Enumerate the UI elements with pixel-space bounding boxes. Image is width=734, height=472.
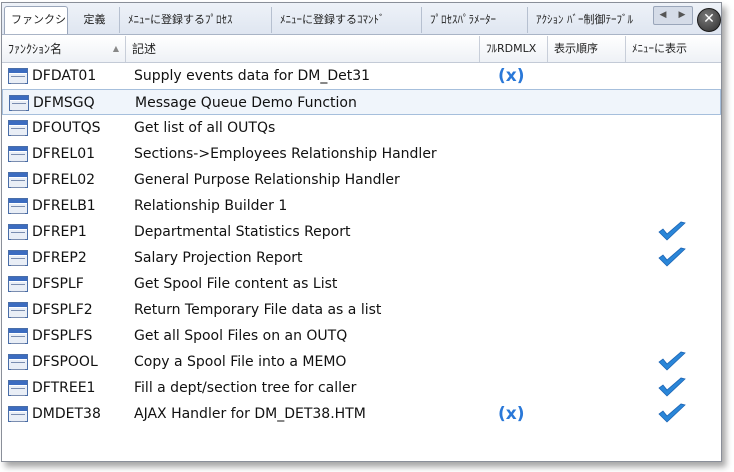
tab-bar: ファンクション 定義 ﾒﾆｭｰに登録するﾌﾟﾛｾｽ ﾒﾆｭｰに登録するｺﾏﾝﾄﾞ…	[2, 3, 721, 35]
function-name: DFREL02	[32, 172, 96, 188]
function-icon	[8, 146, 28, 162]
function-description: Departmental Statistics Report	[134, 224, 351, 240]
function-icon	[8, 68, 28, 84]
function-name: DFREP1	[32, 224, 87, 240]
close-icon[interactable]: ✕	[697, 8, 721, 32]
function-name: DFOUTQS	[32, 120, 101, 136]
table-row[interactable]: DFOUTQS Get list of all OUTQs	[2, 115, 721, 141]
function-icon	[8, 328, 28, 344]
column-header-description[interactable]: 記述	[126, 36, 480, 62]
function-name: DFRELB1	[32, 198, 96, 214]
function-panel: ファンクション 定義 ﾒﾆｭｰに登録するﾌﾟﾛｾｽ ﾒﾆｭｰに登録するｺﾏﾝﾄﾞ…	[1, 2, 722, 462]
table-row[interactable]: DFSPLF2 Return Temporary File data as a l…	[2, 297, 721, 323]
tab-process-parameters[interactable]: ﾌﾟﾛｾｽﾊﾟﾗﾒｰﾀｰ	[424, 7, 528, 33]
function-description: Get all Spool Files on an OUTQ	[134, 328, 348, 344]
tab-action-bar-control[interactable]: ｱｸｼｮﾝ ﾊﾞｰ制御ﾃｰﾌﾞﾙ	[530, 7, 653, 33]
grid-header: ﾌｧﾝｸｼｮﾝ名 ▲ 記述 ﾌﾙRDMLX 表示順序 ﾒﾆｭｰに表示	[2, 36, 721, 63]
checkmark-icon	[658, 247, 686, 267]
table-row[interactable]: DFRELB1 Relationship Builder 1	[2, 193, 721, 219]
function-icon	[9, 95, 29, 111]
function-name: DFDAT01	[32, 68, 97, 84]
function-icon	[8, 380, 28, 396]
function-icon	[8, 172, 28, 188]
table-row[interactable]: DFREP2 Salary Projection Report	[2, 245, 721, 271]
function-description: Relationship Builder 1	[134, 198, 288, 214]
function-description: Get list of all OUTQs	[134, 120, 276, 136]
function-description: Fill a dept/section tree for caller	[134, 380, 357, 396]
sort-ascending-icon: ▲	[112, 44, 119, 53]
function-name: DFREP2	[32, 250, 87, 266]
function-name: DFTREE1	[32, 380, 96, 396]
function-description: Supply events data for DM_Det31	[134, 68, 371, 84]
column-header-show-in-menu[interactable]: ﾒﾆｭｰに表示	[626, 36, 721, 62]
checkmark-icon	[658, 403, 686, 423]
function-icon	[8, 302, 28, 318]
function-name: DFSPLFS	[32, 328, 93, 344]
function-icon	[8, 276, 28, 292]
table-row[interactable]: DFSPLFS Get all Spool Files on an OUTQ	[2, 323, 721, 349]
function-description: Sections->Employees Relationship Handler	[134, 146, 437, 162]
function-name: DFSPLF	[32, 276, 84, 292]
table-row[interactable]: DFREL02 General Purpose Relationship Hand…	[2, 167, 721, 193]
function-description: Salary Projection Report	[134, 250, 303, 266]
function-description: Return Temporary File data as a list	[134, 302, 382, 318]
table-row[interactable]: DFMSGQ Message Queue Demo Function	[2, 89, 721, 115]
full-rdmlx-icon: (x)	[498, 404, 525, 424]
checkmark-icon	[658, 221, 686, 241]
function-name: DFSPOOL	[32, 354, 98, 370]
table-row[interactable]: DFSPLF Get Spool File content as List	[2, 271, 721, 297]
table-row[interactable]: DMDET38 AJAX Handler for DM_DET38.HTM (x)	[2, 401, 721, 427]
function-name: DFMSGQ	[33, 95, 95, 111]
tab-menu-processes[interactable]: ﾒﾆｭｰに登録するﾌﾟﾛｾｽ	[122, 7, 272, 33]
function-icon	[8, 406, 28, 422]
function-description: Get Spool File content as List	[134, 276, 338, 292]
tab-menu-commands[interactable]: ﾒﾆｭｰに登録するｺﾏﾝﾄﾞ	[274, 7, 422, 33]
column-header-full-rdmlx[interactable]: ﾌﾙRDMLX	[480, 36, 548, 62]
function-description: General Purpose Relationship Handler	[134, 172, 400, 188]
function-icon	[8, 354, 28, 370]
full-rdmlx-icon: (x)	[498, 66, 525, 86]
table-row[interactable]: DFREL01 Sections->Employees Relationship …	[2, 141, 721, 167]
function-name: DFREL01	[32, 146, 96, 162]
checkmark-icon	[658, 377, 686, 397]
function-icon	[8, 198, 28, 214]
function-icon	[8, 224, 28, 240]
column-header-name-label: ﾌｧﾝｸｼｮﾝ名	[8, 42, 63, 56]
function-name: DFSPLF2	[32, 302, 93, 318]
table-row[interactable]: DFDAT01 Supply events data for DM_Det31 (x…	[2, 63, 721, 89]
column-header-name[interactable]: ﾌｧﾝｸｼｮﾝ名 ▲	[2, 36, 126, 62]
tab-scroll-buttons: ◀ ▶	[653, 6, 693, 25]
function-name: DMDET38	[32, 406, 101, 422]
tab-functions[interactable]: ファンクション	[4, 6, 68, 34]
checkmark-icon	[658, 351, 686, 371]
table-row[interactable]: DFTREE1 Fill a dept/section tree for call…	[2, 375, 721, 401]
function-description: Message Queue Demo Function	[135, 95, 357, 111]
function-icon	[8, 250, 28, 266]
function-description: Copy a Spool File into a MEMO	[134, 354, 347, 370]
table-row[interactable]: DFREP1 Departmental Statistics Report	[2, 219, 721, 245]
table-row[interactable]: DFSPOOL Copy a Spool File into a MEMO	[2, 349, 721, 375]
tab-definition[interactable]: 定義	[70, 7, 120, 33]
chevron-right-icon[interactable]: ▶	[673, 7, 691, 24]
column-header-display-order[interactable]: 表示順序	[548, 36, 626, 62]
function-description: AJAX Handler for DM_DET38.HTM	[134, 406, 366, 422]
function-icon	[8, 120, 28, 136]
chevron-left-icon[interactable]: ◀	[654, 7, 672, 24]
